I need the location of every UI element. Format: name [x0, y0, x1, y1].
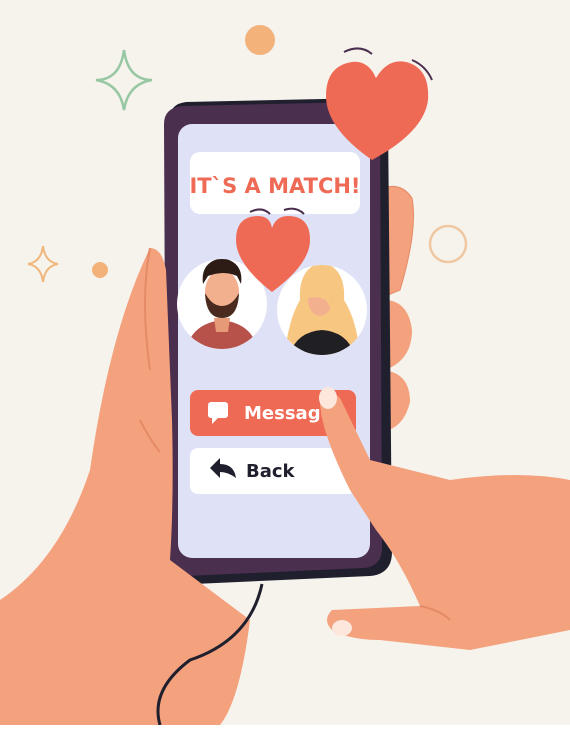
illustration: IT`S A MATCH! Message Back: [0, 0, 570, 726]
page-title: IT`S A MATCH!: [189, 174, 360, 198]
orange-dot-decoration: [245, 25, 275, 55]
orange-small-dot-decoration: [92, 262, 108, 278]
message-button-label: Message: [244, 403, 333, 424]
back-button-label: Back: [246, 461, 296, 482]
back-button[interactable]: Back: [190, 448, 356, 494]
